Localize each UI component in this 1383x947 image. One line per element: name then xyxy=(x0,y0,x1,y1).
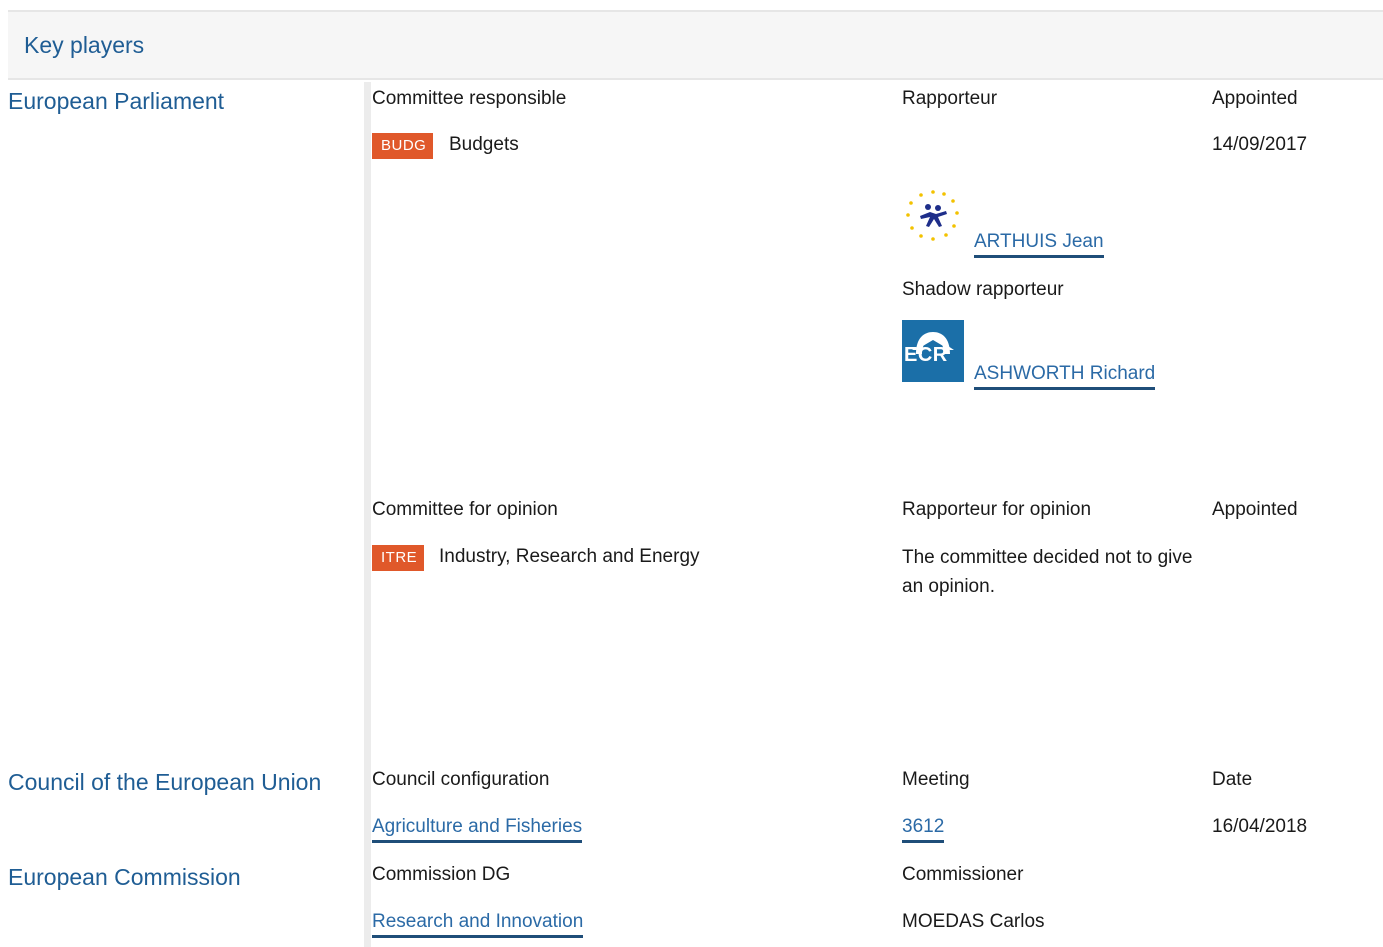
key-players-header xyxy=(8,10,1383,80)
committee-responsible-label: Committee responsible xyxy=(372,88,567,109)
opinion-appointed-label: Appointed xyxy=(1212,499,1298,520)
committee-name-budgets: Budgets xyxy=(449,134,519,155)
commissioner-label: Commissioner xyxy=(902,864,1024,885)
council-configuration-label: Council configuration xyxy=(372,769,550,790)
council-date: 16/04/2018 xyxy=(1212,816,1308,837)
european-parliament-title: European Parliament xyxy=(8,88,225,114)
renew-europe-group-logo xyxy=(902,186,964,248)
meeting-link[interactable]: 3612 xyxy=(902,816,945,843)
rapporteur-for-opinion-label: Rapporteur for opinion xyxy=(902,499,1092,520)
council-configuration-link[interactable]: Agriculture and Fisheries xyxy=(372,816,583,843)
rapporteur-link-arthuis[interactable]: ARTHUIS Jean xyxy=(974,231,1104,258)
appointed-date: 14/09/2017 xyxy=(1212,134,1308,155)
council-title: Council of the European Union xyxy=(8,769,322,795)
committee-name-itre: Industry, Research and Energy xyxy=(439,546,700,567)
commission-dg-link[interactable]: Research and Innovation xyxy=(372,911,584,938)
committee-badge-itre[interactable]: ITRE xyxy=(372,545,425,571)
opinion-note: The committee decided not to give an opi… xyxy=(902,547,1193,597)
column-divider xyxy=(364,82,371,947)
meeting-label: Meeting xyxy=(902,769,970,790)
committee-for-opinion-label: Committee for opinion xyxy=(372,499,558,520)
appointed-label: Appointed xyxy=(1212,88,1298,109)
date-label: Date xyxy=(1212,769,1253,790)
key-players-title: Key players xyxy=(24,32,145,58)
ecr-logo-text: ECR xyxy=(904,344,948,366)
commissioner-name: MOEDAS Carlos xyxy=(902,911,1045,932)
shadow-rapporteur-link-ashworth[interactable]: ASHWORTH Richard xyxy=(974,363,1156,390)
rapporteur-label: Rapporteur xyxy=(902,88,998,109)
commission-dg-label: Commission DG xyxy=(372,864,511,885)
committee-badge-budg[interactable]: BUDG xyxy=(372,133,434,159)
shadow-rapporteur-label: Shadow rapporteur xyxy=(902,279,1064,300)
commission-title: European Commission xyxy=(8,864,241,890)
